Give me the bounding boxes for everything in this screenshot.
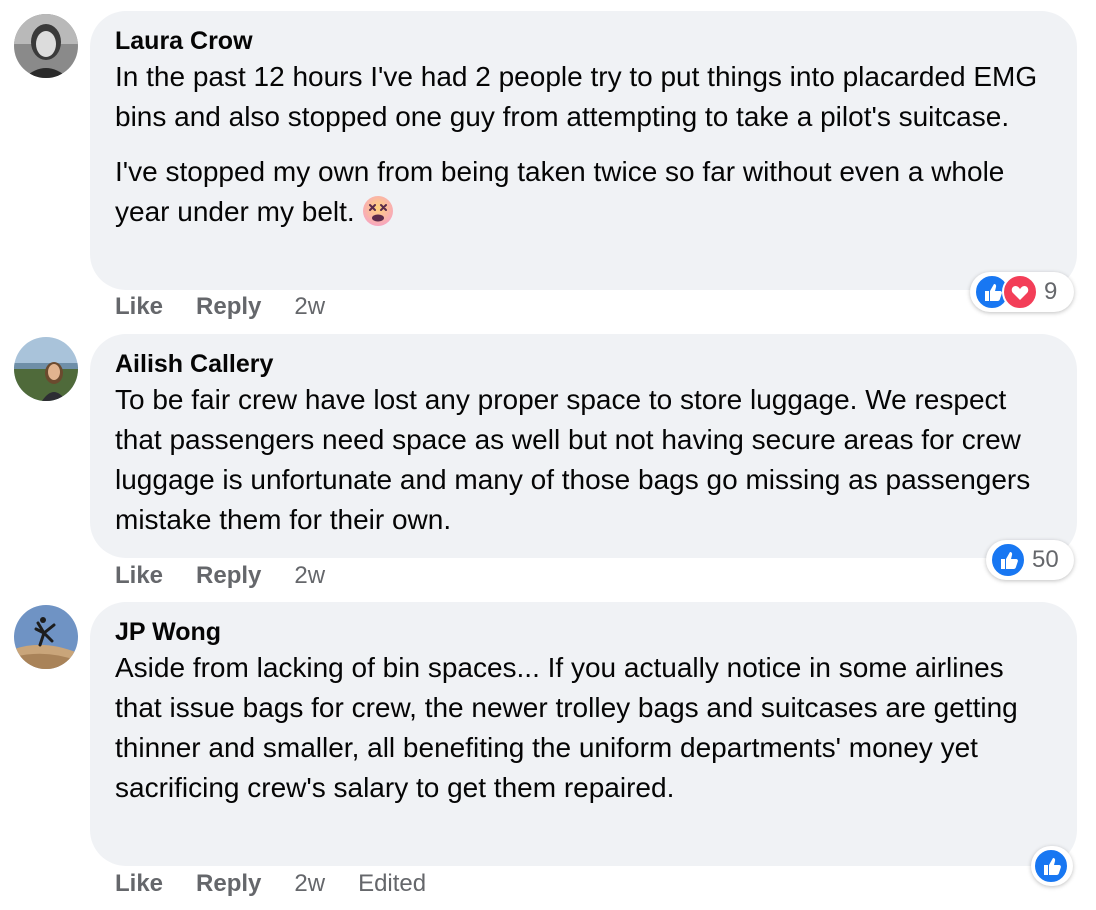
comment-timestamp[interactable]: 2w bbox=[294, 870, 325, 898]
love-icon bbox=[1002, 274, 1038, 310]
comment-bubble: Ailish Callery To be fair crew have lost… bbox=[90, 334, 1077, 558]
reply-button[interactable]: Reply bbox=[196, 562, 261, 590]
reaction-summary[interactable]: 9 bbox=[970, 272, 1074, 312]
avatar[interactable] bbox=[14, 337, 78, 401]
reaction-summary[interactable] bbox=[1031, 846, 1073, 886]
comment-actions: Like Reply 2w bbox=[115, 293, 325, 321]
reply-button[interactable]: Reply bbox=[196, 870, 261, 898]
comment-bubble: Laura Crow In the past 12 hours I've had… bbox=[90, 11, 1077, 290]
comment-author[interactable]: Ailish Callery bbox=[115, 348, 1053, 380]
reaction-count: 50 bbox=[1032, 546, 1059, 573]
comment-text-line: I've stopped my own from being taken twi… bbox=[115, 156, 1005, 227]
comment-timestamp[interactable]: 2w bbox=[294, 562, 325, 590]
comment-bubble: JP Wong Aside from lacking of bin spaces… bbox=[90, 602, 1077, 866]
comment-text: I've stopped my own from being taken twi… bbox=[115, 152, 1053, 232]
comment-timestamp[interactable]: 2w bbox=[294, 293, 325, 321]
comment-actions: Like Reply 2w Edited bbox=[115, 870, 426, 898]
comment-actions: Like Reply 2w bbox=[115, 562, 325, 590]
edited-label[interactable]: Edited bbox=[358, 870, 426, 898]
like-button[interactable]: Like bbox=[115, 870, 163, 898]
comment-text: In the past 12 hours I've had 2 people t… bbox=[115, 61, 1038, 132]
avatar-photo-icon bbox=[14, 337, 78, 401]
comment-text: To be fair crew have lost any proper spa… bbox=[115, 384, 1031, 535]
comment-author[interactable]: JP Wong bbox=[115, 616, 1053, 648]
reaction-summary[interactable]: 50 bbox=[986, 540, 1074, 580]
avatar-photo-icon bbox=[14, 14, 78, 78]
comment-author[interactable]: Laura Crow bbox=[115, 25, 1053, 57]
comment-text: Aside from lacking of bin spaces... If y… bbox=[115, 652, 1018, 803]
reply-button[interactable]: Reply bbox=[196, 293, 261, 321]
like-icon bbox=[1033, 848, 1069, 884]
avatar[interactable] bbox=[14, 605, 78, 669]
avatar-photo-icon bbox=[14, 605, 78, 669]
avatar[interactable] bbox=[14, 14, 78, 78]
like-icon bbox=[990, 542, 1026, 578]
reaction-count: 9 bbox=[1044, 278, 1058, 305]
like-button[interactable]: Like bbox=[115, 562, 163, 590]
dizzy-face-emoji-icon bbox=[363, 196, 394, 226]
like-button[interactable]: Like bbox=[115, 293, 163, 321]
